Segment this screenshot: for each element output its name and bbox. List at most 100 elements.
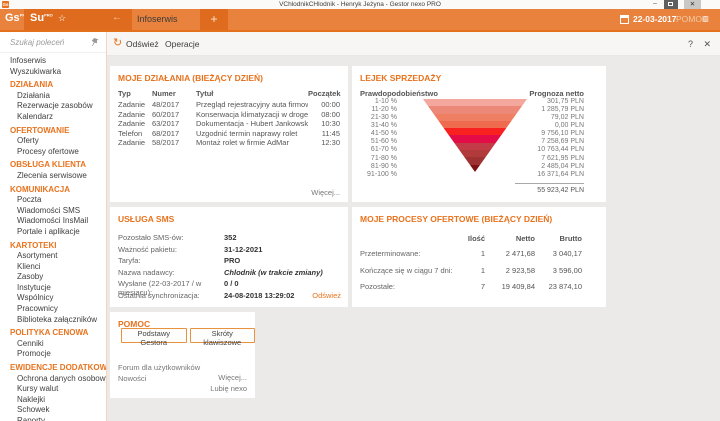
cell: Telefon [118,129,152,139]
table-row: Przeterminowane:12 471,683 040,17 [360,249,582,266]
sidebar-item[interactable]: Procesy ofertowe [0,147,106,158]
sidebar-item[interactable]: Instytucje [0,283,106,294]
cell: 7 [459,282,485,299]
operations-button[interactable]: Operacje [165,32,200,56]
sidebar-item[interactable]: Oferty [0,136,106,147]
sidebar-nav: InfoserwisWyszukiwarka DZIAŁANIADziałania… [0,53,106,421]
funnel-value: 16 371,64 PLN [537,171,584,179]
cell: 19 409,84 [485,282,535,299]
cell: 63/2017 [152,119,196,129]
sidebar-item[interactable]: Kursy walut [0,384,106,395]
close-page-icon[interactable]: ✕ [703,32,711,56]
info-row: Nazwa nadawcy:Chlodnik (w trakcie zmiany… [118,268,341,280]
help-link[interactable]: Więcej... [210,373,247,384]
sidebar-item[interactable]: Kalendarz [0,112,106,123]
sidebar-item[interactable]: Ochrona danych osobowych [0,374,106,385]
sms-rows: Pozostało SMS-ów:352Ważność pakietu:31-1… [118,233,341,303]
funnel-range-label: 21-30 % [371,114,397,122]
sidebar-item[interactable]: Pracownicy [0,304,106,315]
favorites-star-icon[interactable]: ☆ [58,13,66,24]
funnel-range-label: 91-100 % [367,171,397,179]
help-link[interactable]: Forum dla użytkowników [118,363,200,374]
sidebar-item[interactable]: Raporty [0,416,106,421]
command-search[interactable]: Szukaj poleceń [0,32,106,53]
cell: Dokumentacja - Hubert Jankowski [196,119,308,129]
cell: 3 596,00 [535,266,582,283]
help-link[interactable]: Nowości [118,374,200,385]
sidebar-item[interactable]: Naklejki [0,395,106,406]
sidebar-section-header: DZIAŁANIA [0,80,106,91]
content-area: MOJE DZIAŁANIA (BIEŻĄCY DZIEŃ) TypNumerT… [107,56,720,421]
sidebar-item[interactable]: Infoserwis [0,56,106,67]
funnel-range-label: 51-60 % [371,138,397,146]
panel-sms-service: USŁUGA SMS Pozostało SMS-ów:352Ważność p… [110,207,348,307]
pin-icon[interactable] [91,38,99,47]
funnel-value: 7 621,95 PLN [541,155,584,163]
sidebar-item[interactable]: Schowek [0,405,106,416]
sidebar-item[interactable]: Wiadomości SMS [0,206,106,217]
table-row[interactable]: Zadanie63/2017Dokumentacja - Hubert Jank… [118,119,340,129]
column-header: Brutto [535,234,582,243]
current-date[interactable]: 22-03-2017 [633,9,676,30]
module-switcher: SuPRO ☆ ← [24,9,132,30]
cell: Zadanie [118,100,152,110]
sidebar-item[interactable]: Cenniki [0,339,106,350]
cell: Przegląd rejestracyjny auta firmowego [196,100,308,110]
funnel-value: 1 285,79 PLN [541,106,584,114]
processes-rows: Przeterminowane:12 471,683 040,17Kończąc… [360,249,582,299]
panel-my-actions: MOJE DZIAŁANIA (BIEŻĄCY DZIEŃ) TypNumerT… [110,66,348,202]
funnel-value: 10 763,44 PLN [537,146,584,154]
sidebar-item[interactable]: Poczta [0,195,106,206]
cell: Zadanie [118,119,152,129]
sidebar-item[interactable]: Portale i aplikacje [0,227,106,238]
cell: Montaż rolet w firmie AdMar [196,138,308,148]
help-link[interactable]: Lubię nexo [210,384,247,395]
back-arrow-icon[interactable]: ← [112,12,122,23]
table-row[interactable]: Zadanie60/2017Konserwacja klimatyzacji w… [118,110,340,120]
sidebar-item[interactable]: Promocje [0,349,106,360]
sidebar-item[interactable]: Zlecenia serwisowe [0,171,106,182]
more-actions-link[interactable]: Więcej... [311,188,340,197]
sidebar-item[interactable]: Klienci [0,262,106,273]
sidebar-section-header: KARTOTEKI [0,241,106,252]
sidebar-item[interactable]: Działania [0,91,106,102]
help-button[interactable]: Podstawy Gestora [121,328,187,343]
sidebar-item[interactable]: Wspólnicy [0,293,106,304]
maximize-icon [668,2,673,6]
close-button[interactable]: ✕ [684,0,701,9]
table-row: Pozostałe:719 409,8423 874,10 [360,282,582,299]
maximize-button[interactable] [664,0,678,9]
help-icon[interactable]: ? [688,32,693,56]
hamburger-menu-icon[interactable]: ≡ [702,9,709,29]
sidebar-item[interactable]: Asortyment [0,251,106,262]
sidebar-section-header: OFERTOWANIE [0,126,106,137]
help-button[interactable]: Skróty klawiszowe [190,328,256,343]
sidebar-item[interactable]: Biblioteka załączników [0,315,106,326]
subiekt-logo-pro: PRO [44,12,53,17]
refresh-sms-link[interactable]: Odśwież [312,291,341,303]
cell: Uzgodnić termin naprawy rolet [196,129,308,139]
panel-help: POMOC Podstawy GestoraSkróty klawiszowe … [110,312,255,398]
funnel-value: 301,75 PLN [547,98,584,106]
table-row[interactable]: Zadanie48/2017Przegląd rejestracyjny aut… [118,100,340,110]
table-row[interactable]: Telefon68/2017Uzgodnić termin naprawy ro… [118,129,340,139]
info-row: Wysłane (22-03-2017 / w miesiącu):0 / 0 [118,279,341,291]
sidebar-item[interactable]: Wiadomości InsMail [0,216,106,227]
field-label: Pozostało SMS-ów: [118,233,224,245]
tab-infoserwis[interactable]: Infoserwis [137,9,178,30]
table-row[interactable]: Zadanie58/2017Montaż rolet w firmie AdMa… [118,138,340,148]
sidebar-item[interactable]: Wyszukiwarka [0,67,106,78]
refresh-button[interactable]: Odśwież [126,32,159,56]
new-tab-button[interactable]: + [200,9,228,30]
funnel-range-label: 81-90 % [371,163,397,171]
cell: Konserwacja klimatyzacji w drogerii Odeo… [196,110,308,120]
subiekt-logo[interactable]: SuPRO [30,12,53,24]
sidebar-item[interactable]: Rezerwacje zasobów [0,101,106,112]
column-header: Tytuł [196,89,308,98]
sidebar-item[interactable]: Zasoby [0,272,106,283]
cell: 60/2017 [152,110,196,120]
column-header: Typ [118,89,152,98]
cell: Zadanie [118,110,152,120]
field-value: 31-12-2021 [224,245,262,257]
minimize-button[interactable]: – [648,0,662,9]
